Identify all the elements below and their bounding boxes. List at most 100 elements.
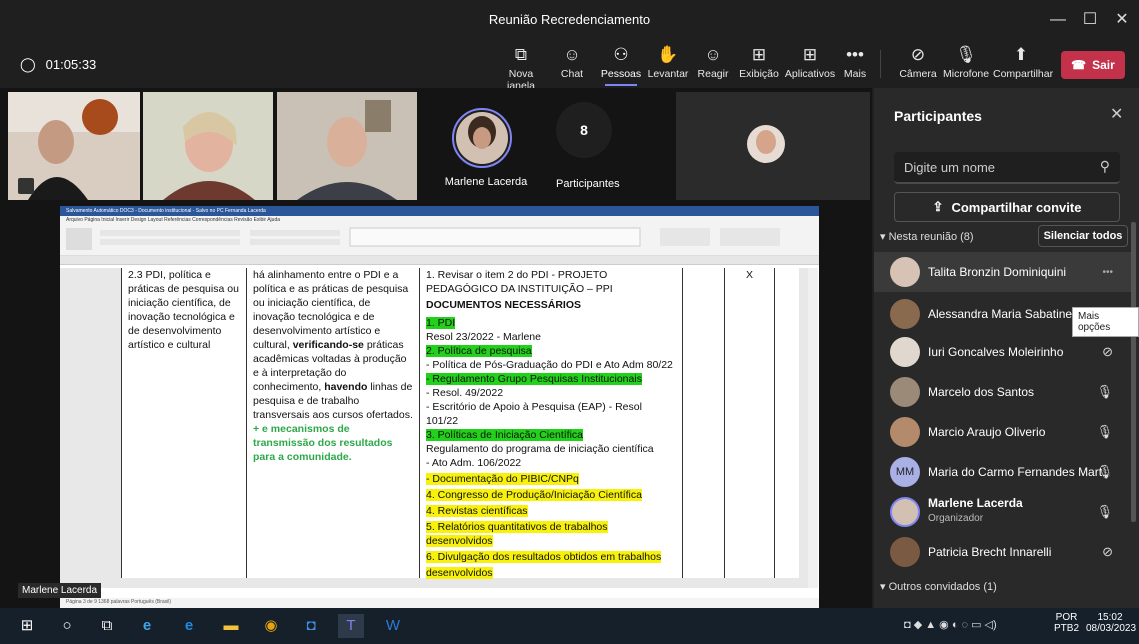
word-ribbon-graphic [66,227,780,250]
minimize-icon[interactable]: — [1046,8,1070,32]
video-tile[interactable] [676,92,870,200]
table-cell: 1. Revisar o item 2 do PDI - PROJETO PED… [420,268,683,579]
participant-video [143,92,273,200]
camera-off-icon: ⊘ [910,45,926,64]
people-button[interactable]: ⚇ Pessoas [599,44,643,86]
apps-button[interactable]: ⊞ Aplicativos [784,44,836,80]
task-view-icon[interactable]: ⧉ [94,614,120,638]
tray-icons[interactable]: ◘ ◆ ▲ ◉ ◐ ◌ ▭ ◁) [904,618,997,631]
mic-icon: 🎙 [1096,464,1113,479]
word-ruler [60,256,819,265]
layout-icon: ⊞ [751,45,767,64]
avatar [890,377,920,407]
video-name-badge: Marlene Lacerda [18,583,102,598]
participant-row[interactable]: MM Maria do Carmo Fernandes Mart... 🎙 [874,452,1131,492]
participants-label: Participantes [556,178,620,190]
avatar [890,417,920,447]
share-invite-icon: ⇪ [932,199,944,214]
participant-row[interactable]: Iuri Goncalves Moleirinho ⊘ [874,332,1131,372]
video-tile[interactable] [8,92,140,200]
meeting-stage: Marlene Lacerda 8 Participantes Salvamen… [0,88,872,608]
word-title-bar: Salvamento Automático DOC3 - Documento i… [60,206,819,216]
window-title: Reunião Recredenciamento [488,12,651,27]
outlook-icon[interactable]: ◘ [298,614,324,638]
share-invite-button[interactable]: ⇪ Compartilhar convite [894,192,1120,222]
spotlight-tile[interactable]: Marlene Lacerda [422,92,550,200]
view-button[interactable]: ⊞ Exibição [737,44,781,80]
more-icon: ••• [846,45,864,64]
search-icon: ⚲ [1099,158,1110,174]
avatar [890,537,920,567]
mute-all-button[interactable]: Silenciar todos [1038,225,1128,247]
windows-start-icon[interactable]: ⊞ [14,614,40,638]
maximize-icon[interactable]: ☐ [1078,8,1102,32]
avatar-initials: MM [890,457,920,487]
close-panel-icon[interactable]: ✕ [1110,104,1123,124]
clock[interactable]: 15:02 08/03/2023 [1086,612,1136,634]
participant-row[interactable]: Patricia Brecht Innarelli ⊘ [874,532,1131,572]
word-ribbon [60,224,819,256]
mic-off-icon: ⊘ [1102,344,1113,359]
word-icon[interactable]: W [380,614,406,638]
participant-video [277,92,417,200]
panel-scrollbar[interactable] [1131,222,1136,522]
word-status-bar: Página 3 de 9 1368 palavras Português (B… [60,598,819,608]
meeting-toolbar: ◯ 01:05:33 ⧉ Nova janela ☺ Chat ⚇ Pessoa… [0,40,1139,92]
participants-panel: Participantes ✕ Digite um nome ⚲ ⇪ Compa… [874,88,1139,608]
table-cell: 2.3 PDI, política e práticas de pesquisa… [121,268,247,578]
share-icon: ⬆ [1013,45,1029,64]
participant-video [8,92,140,200]
mic-off-icon: ⊘ [1102,544,1113,559]
avatar [890,497,920,527]
search-icon[interactable]: ○ [54,614,80,638]
share-button[interactable]: ⬆ Compartilhar [993,44,1053,80]
more-button[interactable]: ••• Mais [841,44,869,80]
raise-hand-button[interactable]: ✋ Levantar [646,44,690,80]
shared-screen-word-document[interactable]: Salvamento Automático DOC3 - Documento i… [60,206,819,608]
chrome-icon[interactable]: ◉ [258,614,284,638]
teams-icon[interactable]: T [338,614,364,638]
participants-count-tile[interactable]: 8 Participantes [552,92,672,200]
panel-title: Participantes [894,108,982,124]
file-explorer-icon[interactable]: ▬ [218,614,244,638]
language-indicator[interactable]: POR PTB2 [1054,612,1079,634]
edge-icon[interactable]: e [176,614,202,638]
participant-search-input[interactable]: Digite um nome ⚲ [894,152,1120,184]
video-tile[interactable] [143,92,273,200]
timer-text: 01:05:33 [45,57,97,72]
participant-row[interactable]: Marcelo dos Santos 🎙 [874,372,1131,412]
participant-row[interactable]: Marlene Lacerda Organizador 🎙 [874,492,1131,532]
shield-icon: ◯ [20,56,36,72]
camera-button[interactable]: ⊘ Câmera [898,44,938,80]
table-cell: X [725,268,775,578]
mic-icon: 🎙 [1096,424,1113,439]
windows-taskbar: ⊞ ○ ⧉ e e ▬ ◉ ◘ T W ◘ ◆ ▲ ◉ ◐ ◌ ▭ ◁) POR… [0,608,1139,644]
word-ribbon-tabs: Arquivo Página Inicial Inserir Design La… [60,216,819,224]
divider [880,50,881,78]
avatar [747,125,785,163]
mic-icon: 🎙 [1096,384,1113,399]
other-invitees-header[interactable]: ▾ Outros convidados (1) [880,580,997,593]
phone-hangup-icon: ☎ [1071,58,1087,72]
react-button[interactable]: ☺ Reagir [697,44,729,80]
document-page: 2.3 PDI, política e práticas de pesquisa… [121,268,799,579]
chevron-down-icon: ▾ [880,581,886,593]
microphone-button[interactable]: 🎙 Microfone [943,44,989,80]
popout-icon: ⧉ [514,45,528,64]
raise-hand-icon: ✋ [657,45,679,64]
popout-button[interactable]: ⧉ Nova janela [495,44,547,92]
participant-row[interactable]: Marcio Araujo Oliverio 🎙 [874,412,1131,452]
vertical-scrollbar[interactable] [808,268,818,588]
in-meeting-header[interactable]: ▾ Nesta reunião (8) [880,230,974,243]
close-icon[interactable]: ✕ [1110,8,1134,32]
chat-button[interactable]: ☺ Chat [556,44,588,80]
more-options-icon[interactable]: ••• [1102,267,1113,278]
video-tile[interactable] [277,92,417,200]
leave-button[interactable]: ☎ Sair [1061,51,1125,79]
participants-count: 8 [556,102,612,158]
word-document-area: 2.3 PDI, política e práticas de pesquisa… [60,268,818,588]
participant-row[interactable]: Talita Bronzin Dominiquini ••• [874,252,1131,292]
internet-explorer-icon[interactable]: e [134,614,160,638]
table-cell [775,268,799,578]
smile-icon: ☺ [704,45,722,64]
